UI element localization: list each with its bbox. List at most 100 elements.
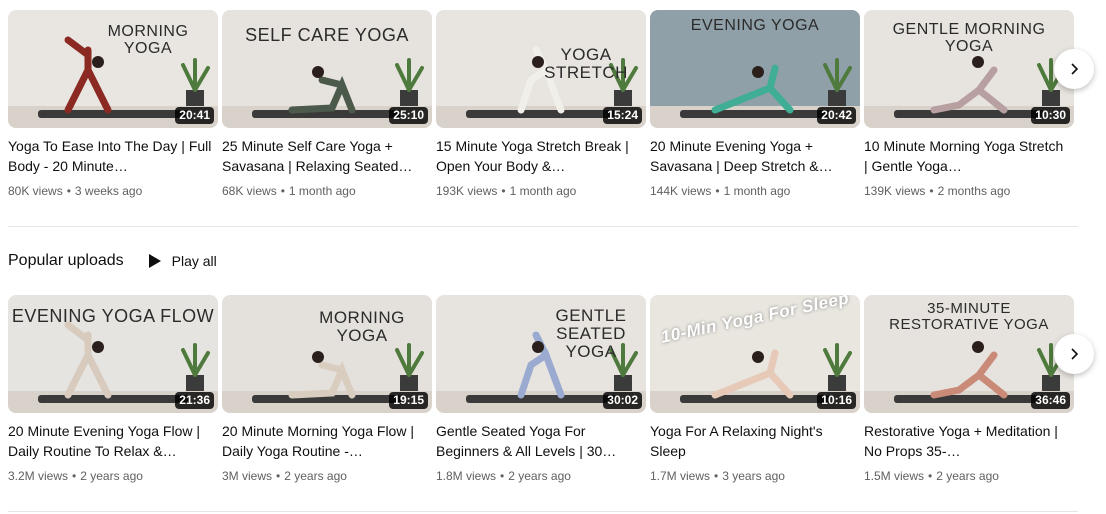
video-card[interactable]: EVENING YOGA FLOW 21:36 20 Minute Evening … bbox=[8, 295, 218, 484]
separator-dot: • bbox=[929, 184, 934, 198]
duration-badge: 25:10 bbox=[389, 107, 428, 124]
play-all-label: Play all bbox=[171, 253, 217, 269]
upload-age: 1 month ago bbox=[509, 184, 577, 198]
video-metadata: 68K views • 1 month ago bbox=[222, 183, 432, 199]
video-metadata: 1.7M views • 3 years ago bbox=[650, 468, 860, 484]
video-thumbnail[interactable]: 35-MINUTE RESTORATIVE YOGA 36:46 bbox=[864, 295, 1074, 413]
separator-dot: • bbox=[928, 469, 933, 483]
video-metadata: 139K views • 2 months ago bbox=[864, 183, 1074, 199]
video-title[interactable]: Restorative Yoga + Meditation | No Props… bbox=[864, 421, 1074, 461]
video-thumbnail[interactable]: EVENING YOGA FLOW 21:36 bbox=[8, 295, 218, 413]
view-count: 3.2M views bbox=[8, 469, 69, 483]
separator-dot: • bbox=[72, 469, 77, 483]
view-count: 3M views bbox=[222, 469, 273, 483]
video-card[interactable]: SELF CARE YOGA 25:10 25 Minute Self Care Y… bbox=[222, 10, 432, 199]
video-metadata: 1.8M views • 2 years ago bbox=[436, 468, 646, 484]
video-row: MORNING YOGA 20:41 Yoga To Ease Into The D… bbox=[0, 10, 1106, 200]
thumbnail-text: MORNING YOGA bbox=[319, 308, 405, 345]
video-card[interactable]: MORNING YOGA 19:15 20 Minute Morning Yoga … bbox=[222, 295, 432, 484]
play-icon bbox=[148, 254, 161, 268]
separator-dot: • bbox=[280, 184, 285, 198]
video-card[interactable]: MORNING YOGA 20:41 Yoga To Ease Into The D… bbox=[8, 10, 218, 199]
video-title[interactable]: 10 Minute Morning Yoga Stretch | Gentle … bbox=[864, 136, 1074, 176]
upload-age: 2 years ago bbox=[936, 469, 999, 483]
video-card[interactable]: GENTLE SEATED YOGA 30:02 Gentle Seated Yog… bbox=[436, 295, 646, 484]
duration-badge: 10:30 bbox=[1031, 107, 1070, 124]
video-title[interactable]: Gentle Seated Yoga For Beginners & All L… bbox=[436, 421, 646, 461]
video-thumbnail[interactable]: GENTLE MORNING YOGA 10:30 bbox=[864, 10, 1074, 128]
popular-uploads-shelf: EVENING YOGA FLOW 21:36 20 Minute Evening … bbox=[0, 295, 1106, 485]
duration-badge: 30:02 bbox=[603, 392, 642, 409]
separator-dot: • bbox=[276, 469, 281, 483]
shelf-divider bbox=[8, 511, 1078, 512]
video-card[interactable]: EVENING YOGA 20:42 20 Minute Evening Yoga … bbox=[650, 10, 860, 199]
video-metadata: 144K views • 1 month ago bbox=[650, 183, 860, 199]
upload-age: 3 weeks ago bbox=[74, 184, 143, 198]
separator-dot: • bbox=[501, 184, 506, 198]
video-title[interactable]: Yoga To Ease Into The Day | Full Body - … bbox=[8, 136, 218, 176]
chevron-right-icon bbox=[1071, 348, 1079, 360]
thumbnail-text: MORNING YOGA bbox=[107, 23, 189, 57]
separator-dot: • bbox=[715, 184, 720, 198]
video-thumbnail[interactable]: MORNING YOGA 19:15 bbox=[222, 295, 432, 413]
section-header: Popular uploads Play all bbox=[8, 249, 217, 273]
video-thumbnail[interactable]: YOGA STRETCH 15:24 bbox=[436, 10, 646, 128]
view-count: 80K views bbox=[8, 184, 63, 198]
thumbnail-text: YOGA STRETCH bbox=[544, 45, 628, 82]
video-card[interactable]: 10-Min Yoga For Sleep 10:16 Yoga For A Rel… bbox=[650, 295, 860, 484]
thumbnail-text: EVENING YOGA FLOW bbox=[11, 306, 215, 326]
video-metadata: 3.2M views • 2 years ago bbox=[8, 468, 218, 484]
upload-age: 1 month ago bbox=[723, 184, 791, 198]
upload-age: 3 years ago bbox=[722, 469, 785, 483]
chevron-right-icon bbox=[1071, 63, 1079, 75]
video-card[interactable]: GENTLE MORNING YOGA 10:30 10 Minute Mornin… bbox=[864, 10, 1074, 199]
duration-badge: 10:16 bbox=[817, 392, 856, 409]
shelf-divider bbox=[8, 226, 1078, 227]
duration-badge: 15:24 bbox=[603, 107, 642, 124]
video-thumbnail[interactable]: GENTLE SEATED YOGA 30:02 bbox=[436, 295, 646, 413]
video-thumbnail[interactable]: MORNING YOGA 20:41 bbox=[8, 10, 218, 128]
view-count: 139K views bbox=[864, 184, 926, 198]
view-count: 1.7M views bbox=[650, 469, 711, 483]
thumbnail-text: EVENING YOGA bbox=[690, 17, 820, 34]
upload-age: 2 years ago bbox=[508, 469, 571, 483]
section-title: Popular uploads bbox=[8, 252, 124, 269]
video-title[interactable]: 20 Minute Evening Yoga + Savasana | Deep… bbox=[650, 136, 860, 176]
video-thumbnail[interactable]: EVENING YOGA 20:42 bbox=[650, 10, 860, 128]
thumbnail-text: 35-MINUTE RESTORATIVE YOGA bbox=[889, 300, 1049, 333]
shelf-next-button[interactable] bbox=[1054, 49, 1094, 89]
video-thumbnail[interactable]: 10-Min Yoga For Sleep 10:16 bbox=[650, 295, 860, 413]
thumbnail-text: GENTLE SEATED YOGA bbox=[555, 306, 627, 361]
video-metadata: 1.5M views • 2 years ago bbox=[864, 468, 1074, 484]
play-all-button[interactable]: Play all bbox=[148, 253, 217, 269]
video-metadata: 3M views • 2 years ago bbox=[222, 468, 432, 484]
duration-badge: 21:36 bbox=[175, 392, 214, 409]
video-row: EVENING YOGA FLOW 21:36 20 Minute Evening … bbox=[0, 295, 1106, 485]
video-title[interactable]: 15 Minute Yoga Stretch Break | Open Your… bbox=[436, 136, 646, 176]
thumbnail-text: GENTLE MORNING YOGA bbox=[892, 21, 1046, 55]
video-title[interactable]: 20 Minute Morning Yoga Flow | Daily Yoga… bbox=[222, 421, 432, 461]
video-metadata: 80K views • 3 weeks ago bbox=[8, 183, 218, 199]
video-card[interactable]: YOGA STRETCH 15:24 15 Minute Yoga Stretch … bbox=[436, 10, 646, 199]
video-title[interactable]: Yoga For A Relaxing Night's Sleep bbox=[650, 421, 860, 461]
thumbnail-text: SELF CARE YOGA bbox=[245, 25, 409, 45]
view-count: 193K views bbox=[436, 184, 498, 198]
video-title[interactable]: 25 Minute Self Care Yoga + Savasana | Re… bbox=[222, 136, 432, 176]
view-count: 1.8M views bbox=[436, 469, 497, 483]
duration-badge: 20:42 bbox=[817, 107, 856, 124]
duration-badge: 20:41 bbox=[175, 107, 214, 124]
duration-badge: 19:15 bbox=[389, 392, 428, 409]
separator-dot: • bbox=[714, 469, 719, 483]
upload-age: 2 years ago bbox=[284, 469, 347, 483]
video-thumbnail[interactable]: SELF CARE YOGA 25:10 bbox=[222, 10, 432, 128]
video-title[interactable]: 20 Minute Evening Yoga Flow | Daily Rout… bbox=[8, 421, 218, 461]
separator-dot: • bbox=[66, 184, 71, 198]
view-count: 68K views bbox=[222, 184, 277, 198]
view-count: 1.5M views bbox=[864, 469, 925, 483]
upload-age: 2 years ago bbox=[80, 469, 143, 483]
upload-age: 2 months ago bbox=[937, 184, 1011, 198]
view-count: 144K views bbox=[650, 184, 712, 198]
shelf-next-button[interactable] bbox=[1054, 334, 1094, 374]
video-metadata: 193K views • 1 month ago bbox=[436, 183, 646, 199]
video-card[interactable]: 35-MINUTE RESTORATIVE YOGA 36:46 Restorati… bbox=[864, 295, 1074, 484]
